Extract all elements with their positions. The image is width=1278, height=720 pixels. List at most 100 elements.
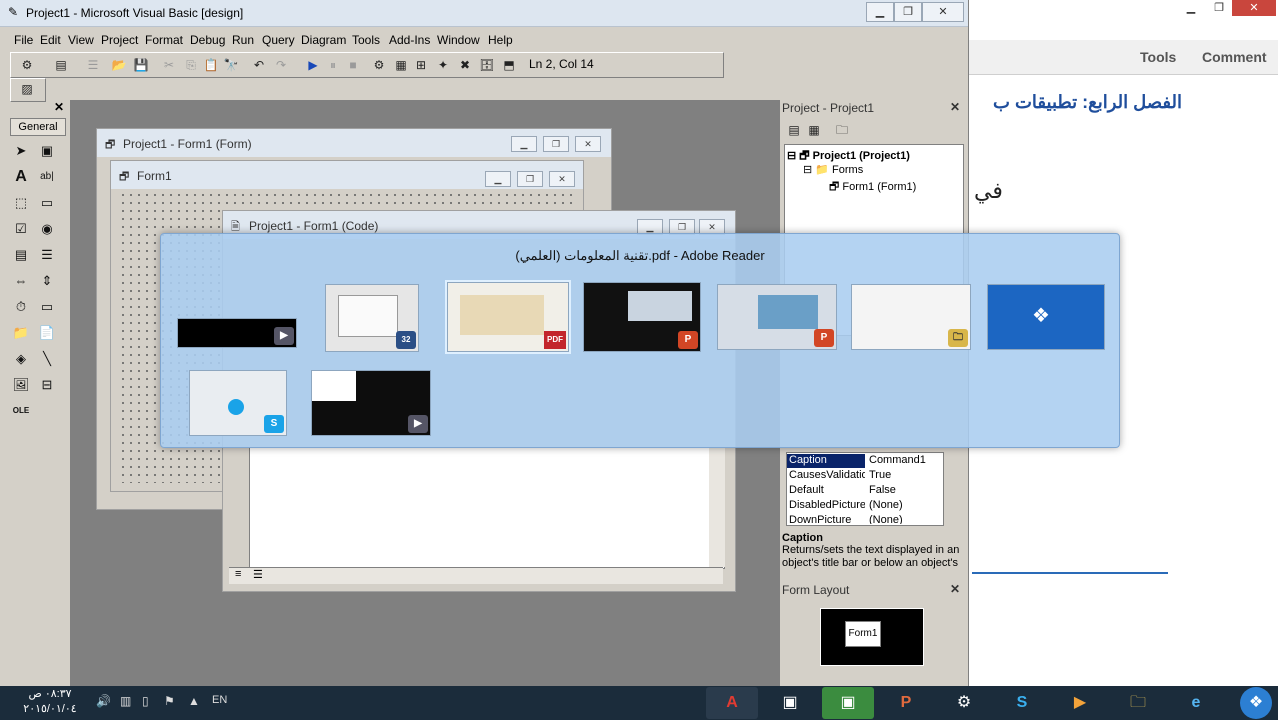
hscrollbar-tool-icon[interactable]: ⇔: [12, 272, 30, 290]
label-tool-icon[interactable]: A: [12, 168, 30, 186]
start-button[interactable]: ❖: [1240, 687, 1272, 719]
line-tool-icon[interactable]: ╲: [38, 350, 56, 368]
code-editor[interactable]: [249, 447, 725, 569]
switcher-thumb-explorer[interactable]: 🗀: [851, 284, 971, 350]
checkbox-tool-icon[interactable]: ☑: [12, 220, 30, 238]
view-object-icon[interactable]: ▦: [806, 122, 822, 138]
form-layout-icon[interactable]: ⊞: [413, 57, 429, 73]
add-form-icon[interactable]: ▤: [53, 57, 69, 73]
pointer-tool-icon[interactable]: ➤: [12, 142, 30, 160]
menu-run[interactable]: Run: [232, 33, 254, 47]
open-icon[interactable]: 📂: [111, 57, 127, 73]
property-row[interactable]: Caption Command1: [787, 453, 943, 468]
vb-active-taskbar-icon[interactable]: ▣: [822, 687, 874, 719]
skype-taskbar-icon[interactable]: S: [996, 687, 1048, 719]
code-vertical-scrollbar[interactable]: [709, 447, 725, 567]
menu-view[interactable]: View: [68, 33, 94, 47]
explorer-taskbar-icon[interactable]: 🗀: [1112, 687, 1164, 719]
switcher-thumb-vb-app[interactable]: 32: [325, 284, 419, 352]
menu-file[interactable]: File: [14, 33, 33, 47]
show-hidden-icons[interactable]: ▲: [188, 694, 200, 708]
menu-window[interactable]: Window: [437, 33, 480, 47]
tree-node-forms[interactable]: ⊟ 📁 Forms: [803, 163, 863, 176]
menu-query[interactable]: Query: [262, 33, 295, 47]
menu-help[interactable]: Help: [488, 33, 513, 47]
toolbox-icon[interactable]: ✖: [457, 57, 473, 73]
switcher-thumb-skype[interactable]: S: [189, 370, 287, 436]
minimize-button[interactable]: ▁: [485, 171, 511, 187]
switcher-thumb-powerpoint[interactable]: P: [717, 284, 837, 350]
frame-tool-icon[interactable]: ⬚: [12, 194, 30, 212]
power-icon[interactable]: ▯: [142, 694, 149, 708]
menu-format[interactable]: Format: [145, 33, 183, 47]
redo-icon[interactable]: ↷: [273, 57, 289, 73]
taskbar-clock[interactable]: ٠٨:٣٧ ص ٢٠١٥/٠١/٠٤: [20, 687, 80, 717]
switcher-thumb-video[interactable]: ▶: [311, 370, 431, 436]
vb-taskbar-icon[interactable]: ⚙: [938, 687, 990, 719]
property-row[interactable]: Default False: [787, 483, 943, 498]
menu-diagram[interactable]: Diagram: [301, 33, 346, 47]
image-tool-icon[interactable]: 🖼: [12, 376, 30, 394]
tree-node-form1[interactable]: 🗗 Form1 (Form1): [829, 178, 916, 197]
form-editor-icon[interactable]: ▨: [19, 81, 35, 97]
close-icon[interactable]: ✕: [1232, 0, 1276, 16]
language-indicator[interactable]: EN: [212, 694, 227, 706]
close-button[interactable]: ✕: [922, 2, 964, 22]
data-tool-icon[interactable]: ⊟: [38, 376, 56, 394]
save-icon[interactable]: 💾: [133, 57, 149, 73]
combobox-tool-icon[interactable]: ▤: [12, 246, 30, 264]
close-icon[interactable]: ✕: [950, 582, 960, 596]
view-code-icon[interactable]: ▤: [786, 122, 802, 138]
stop-icon[interactable]: ■: [345, 57, 361, 73]
dirlistbox-tool-icon[interactable]: 📁: [12, 324, 30, 342]
project-explorer-icon[interactable]: ⚙: [371, 57, 387, 73]
media-taskbar-icon[interactable]: ▣: [764, 687, 816, 719]
paste-icon[interactable]: 📋: [203, 57, 219, 73]
switcher-thumb-adobe-reader[interactable]: PDF: [445, 280, 571, 354]
code-horizontal-scrollbar[interactable]: ≡ ☰: [229, 567, 723, 584]
optionbutton-tool-icon[interactable]: ◉: [38, 220, 56, 238]
switcher-thumb-presentation-dark[interactable]: P: [583, 282, 701, 352]
full-module-view-icon[interactable]: ☰: [253, 568, 263, 581]
data-view-icon[interactable]: 🗄: [479, 57, 495, 73]
vscrollbar-tool-icon[interactable]: ⇕: [38, 272, 56, 290]
menu-debug[interactable]: Debug: [190, 33, 225, 47]
powerpoint-taskbar-icon[interactable]: P: [880, 687, 932, 719]
menu-project[interactable]: Project: [101, 33, 138, 47]
close-icon[interactable]: ✕: [54, 100, 64, 114]
switcher-thumb-desktop[interactable]: ❖: [987, 284, 1105, 350]
internet-explorer-taskbar-icon[interactable]: e: [1170, 687, 1222, 719]
tools-pane-button[interactable]: Tools: [1140, 49, 1176, 65]
object-browser-icon[interactable]: ✦: [435, 57, 451, 73]
menu-editor-icon[interactable]: ☰: [85, 57, 101, 73]
find-icon[interactable]: 🔭: [223, 57, 239, 73]
ole-tool-icon[interactable]: OLE: [12, 402, 30, 420]
layout-form1[interactable]: Form1: [845, 621, 881, 647]
textbox-tool-icon[interactable]: ab|: [38, 168, 56, 186]
cut-icon[interactable]: ✂: [161, 57, 177, 73]
menu-edit[interactable]: Edit: [40, 33, 61, 47]
volume-icon[interactable]: 🔊: [96, 694, 111, 708]
filelistbox-tool-icon[interactable]: 📄: [38, 324, 56, 342]
media-player-taskbar-icon[interactable]: ▶: [1054, 687, 1106, 719]
close-button[interactable]: ✕: [575, 136, 601, 152]
network-icon[interactable]: ▥: [120, 694, 131, 708]
add-project-icon[interactable]: ⚙: [19, 57, 35, 73]
listbox-tool-icon[interactable]: ☰: [38, 246, 56, 264]
drivelistbox-tool-icon[interactable]: ▭: [38, 298, 56, 316]
toggle-folders-icon[interactable]: 🗀: [834, 122, 850, 138]
maximize-button[interactable]: ❐: [894, 2, 922, 22]
timer-tool-icon[interactable]: ⏱: [12, 298, 30, 316]
procedure-view-icon[interactable]: ≡: [235, 568, 241, 580]
picturebox-tool-icon[interactable]: ▣: [38, 142, 56, 160]
close-button[interactable]: ✕: [549, 171, 575, 187]
component-manager-icon[interactable]: ⬒: [501, 57, 517, 73]
menu-addins[interactable]: Add-Ins: [389, 33, 430, 47]
property-row[interactable]: DownPicture (None): [787, 513, 943, 524]
minimize-icon[interactable]: ▁: [1176, 0, 1206, 16]
run-icon[interactable]: ▶: [305, 57, 321, 73]
action-center-icon[interactable]: ⚑: [164, 694, 175, 708]
close-icon[interactable]: ✕: [950, 100, 960, 114]
toolbox-tab-general[interactable]: General: [10, 118, 66, 136]
properties-window-icon[interactable]: ▦: [393, 57, 409, 73]
